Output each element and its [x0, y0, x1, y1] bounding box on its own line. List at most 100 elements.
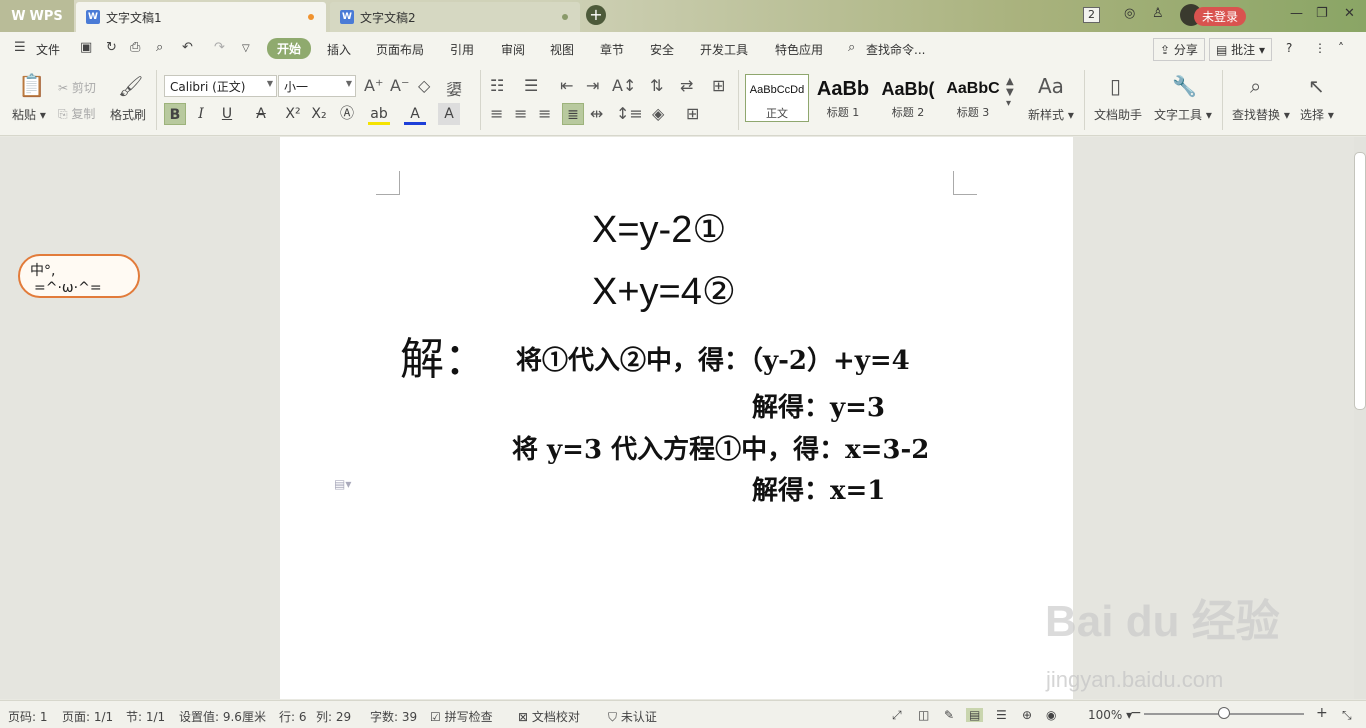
- page-number[interactable]: 页码: 1: [8, 708, 48, 725]
- undo-icon[interactable]: ↶: [182, 40, 193, 55]
- fit-page-icon[interactable]: ⤡: [1342, 708, 1352, 723]
- print-preview-icon[interactable]: ⌕: [156, 40, 163, 55]
- align-left-icon[interactable]: ≡: [490, 104, 503, 123]
- zoom-in-icon[interactable]: +: [1316, 705, 1328, 721]
- eye-protection-icon[interactable]: ◉: [1046, 708, 1056, 722]
- tab-developer[interactable]: 开发工具: [700, 41, 748, 58]
- find-icon[interactable]: ⌕: [1250, 74, 1261, 98]
- align-right-icon[interactable]: ≡: [538, 104, 551, 123]
- table-grid-icon[interactable]: ⊞: [712, 76, 725, 95]
- superscript-button[interactable]: X²: [282, 103, 304, 125]
- line-spacing-icon[interactable]: ↕≡: [616, 104, 643, 123]
- find-replace-button[interactable]: 查找替换 ▾: [1232, 106, 1290, 123]
- tab-document-1[interactable]: W 文字文稿1: [76, 2, 326, 32]
- minimize-icon[interactable]: —: [1290, 6, 1303, 21]
- new-style-button[interactable]: 新样式 ▾: [1028, 106, 1074, 123]
- sort-icon[interactable]: ⇅: [650, 76, 663, 95]
- tab-special-apps[interactable]: 特色应用: [775, 41, 823, 58]
- increase-indent-icon[interactable]: ⇥: [586, 76, 599, 95]
- font-size-select[interactable]: 小一 ▼: [278, 75, 356, 97]
- decrease-indent-icon[interactable]: ⇤: [560, 76, 573, 95]
- text-tools-button[interactable]: 文字工具 ▾: [1154, 106, 1212, 123]
- reading-mode-icon[interactable]: ◫: [918, 708, 929, 722]
- comment-button[interactable]: ▤ 批注 ▾: [1209, 38, 1273, 61]
- shading-icon[interactable]: ◈: [652, 104, 664, 123]
- clear-format-icon[interactable]: ◇: [418, 76, 430, 95]
- cursor-icon[interactable]: ↖: [1308, 74, 1325, 98]
- tab-chapter[interactable]: 章节: [600, 41, 624, 58]
- show-marks-icon[interactable]: ⇄: [680, 76, 693, 95]
- customize-icon[interactable]: ▽: [242, 43, 250, 54]
- shrink-font-icon[interactable]: A⁻: [390, 76, 409, 95]
- underline-button[interactable]: U: [216, 103, 238, 125]
- subscript-button[interactable]: X₂: [308, 103, 330, 125]
- web-view-icon[interactable]: ⊕: [1022, 708, 1032, 722]
- zoom-level[interactable]: 100% ▾: [1088, 708, 1132, 722]
- tab-insert[interactable]: 插入: [327, 41, 351, 58]
- align-center-icon[interactable]: ≡: [514, 104, 527, 123]
- redo-icon[interactable]: ↷: [214, 40, 225, 55]
- window-count-badge[interactable]: 2: [1083, 7, 1100, 23]
- help-button[interactable]: ?: [1286, 41, 1292, 55]
- font-name-select[interactable]: Calibri (正文) ▼: [164, 75, 277, 97]
- paste-icon[interactable]: 📋: [18, 74, 45, 99]
- text-tools-icon[interactable]: 🔧: [1172, 74, 1197, 98]
- login-button[interactable]: 未登录: [1194, 7, 1247, 26]
- word-count[interactable]: 字数: 39: [370, 708, 417, 725]
- style-heading-3[interactable]: AaBbC 标题 3: [941, 74, 1005, 122]
- phonetic-guide-icon[interactable]: 嬃: [446, 76, 462, 100]
- zoom-out-icon[interactable]: −: [1130, 705, 1142, 721]
- more-options-icon[interactable]: ⋮: [1314, 41, 1326, 55]
- paste-button[interactable]: 粘贴 ▾: [12, 106, 46, 123]
- shirt-icon[interactable]: ♙: [1152, 6, 1164, 21]
- strikethrough-button[interactable]: A: [250, 103, 272, 125]
- zoom-slider-handle[interactable]: [1218, 707, 1230, 719]
- styles-scroll-icon[interactable]: ▲ ▼ ▾: [1006, 76, 1014, 109]
- command-search[interactable]: 查找命令...: [866, 41, 925, 58]
- print-icon[interactable]: ⎙: [130, 40, 140, 55]
- new-tab-button[interactable]: +: [586, 5, 606, 25]
- grow-font-icon[interactable]: A⁺: [364, 76, 383, 95]
- doc-assistant-button[interactable]: 文档助手: [1094, 106, 1142, 123]
- input-method-indicator[interactable]: 中°, =^·ω·^=: [18, 254, 140, 298]
- page-view-icon[interactable]: ▤: [966, 708, 984, 722]
- select-button[interactable]: 选择 ▾: [1300, 106, 1334, 123]
- scrollbar-thumb[interactable]: [1354, 152, 1366, 410]
- save-icon[interactable]: ▣: [80, 40, 92, 55]
- tab-references[interactable]: 引用: [450, 41, 474, 58]
- borders-icon[interactable]: ⊞: [686, 104, 699, 123]
- edit-mode-icon[interactable]: ✎: [944, 708, 954, 722]
- skin-icon[interactable]: ◎: [1124, 6, 1135, 21]
- tab-review[interactable]: 审阅: [501, 41, 525, 58]
- style-heading-2[interactable]: AaBb( 标题 2: [876, 74, 940, 122]
- fullscreen-icon[interactable]: ⤢: [892, 708, 902, 723]
- tab-home[interactable]: 开始: [267, 38, 312, 59]
- text-direction-icon[interactable]: A↕: [612, 76, 636, 95]
- doc-assistant-icon[interactable]: ▯: [1110, 74, 1121, 98]
- italic-button[interactable]: I: [190, 103, 212, 125]
- numbered-list-icon[interactable]: ☰: [524, 76, 538, 95]
- outline-view-icon[interactable]: ☰: [996, 708, 1007, 722]
- document-page[interactable]: X=y-2① X+y=4② 解： 将①代入②中，得：（y-2）+y=4 解得：y…: [280, 137, 1073, 699]
- export-icon[interactable]: ↻: [106, 40, 117, 55]
- char-shading-button[interactable]: A: [438, 103, 460, 125]
- copy-button[interactable]: ⎘ 复制: [58, 105, 95, 122]
- proofread-button[interactable]: ⊠ 文档校对: [518, 708, 580, 725]
- close-icon[interactable]: ✕: [1344, 6, 1355, 21]
- font-color-button[interactable]: A: [404, 103, 426, 125]
- tab-security[interactable]: 安全: [650, 41, 674, 58]
- format-painter-button[interactable]: 格式刷: [110, 106, 146, 123]
- highlight-button[interactable]: ab: [368, 103, 390, 125]
- style-heading-1[interactable]: AaBb 标题 1: [811, 74, 875, 122]
- collapse-ribbon-icon[interactable]: ˄: [1338, 41, 1344, 55]
- tab-page-layout[interactable]: 页面布局: [376, 41, 424, 58]
- tab-document-2[interactable]: W 文字文稿2: [330, 2, 580, 32]
- justify-button[interactable]: ≣: [562, 103, 584, 125]
- format-painter-icon[interactable]: 🖌: [118, 74, 143, 98]
- bold-button[interactable]: B: [164, 103, 186, 125]
- new-style-icon[interactable]: Aa: [1038, 74, 1064, 98]
- text-effect-button[interactable]: Ⓐ: [336, 103, 358, 125]
- paste-options-icon[interactable]: ▤▾: [334, 477, 351, 491]
- cut-button[interactable]: ✂ 剪切: [58, 79, 96, 96]
- share-button[interactable]: ⇪ 分享: [1153, 38, 1205, 61]
